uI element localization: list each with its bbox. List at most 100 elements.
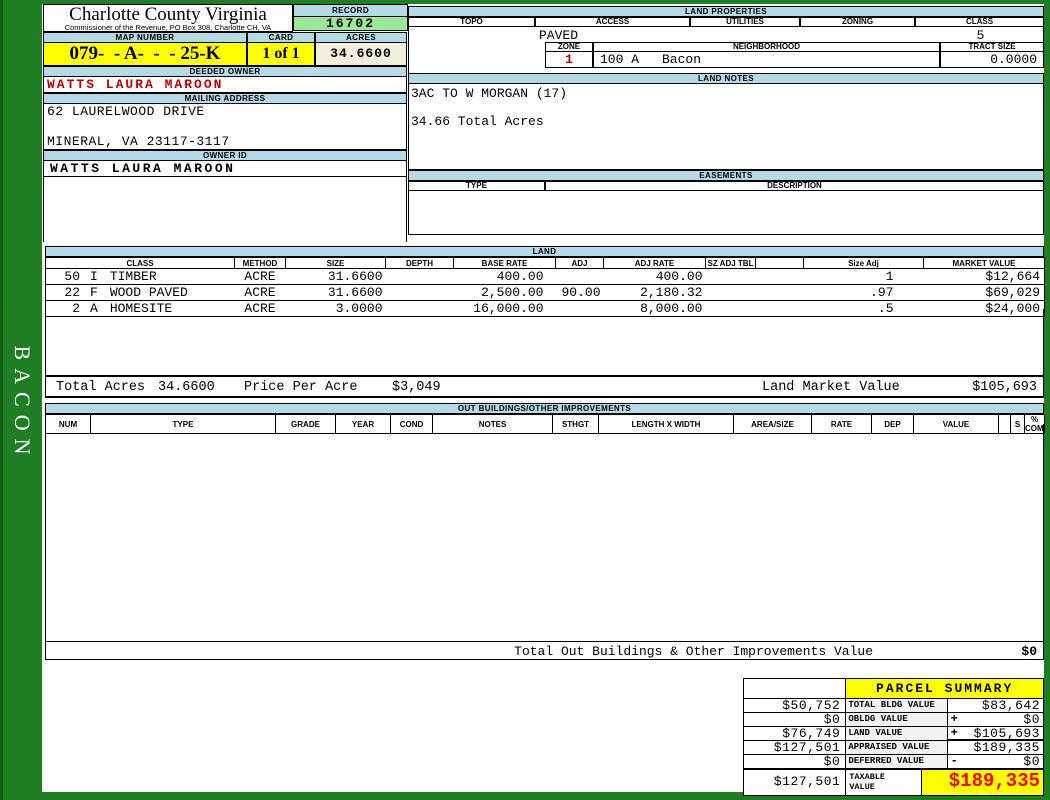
class-column-header: CLASS — [915, 17, 1044, 27]
appraised-value-label: APPRAISED VALUE — [846, 741, 948, 755]
owner-id-value: WATTS LAURA MAROON — [43, 161, 407, 177]
land-section: LAND CLASS METHOD SIZE DEPTH BASE RATE A… — [45, 246, 1045, 317]
county-header: Charlotte County Virginia Commissioner o… — [43, 4, 293, 32]
easements-title: EASEMENTS — [408, 170, 1044, 181]
out-buildings-total-row: Total Out Buildings & Other Improvements… — [45, 641, 1044, 660]
land-adj-rate-header: ADJ RATE — [603, 257, 706, 269]
land-row-class: WOOD PAVED — [109, 285, 188, 300]
total-acres-label: Total Acres — [56, 380, 146, 395]
property-record-card: BACON Charlotte County Virginia Commissi… — [0, 0, 1050, 800]
access-column-header: ACCESS — [535, 17, 690, 27]
mailing-address-label: MAILING ADDRESS — [43, 93, 407, 104]
zone-value: 1 — [545, 52, 593, 68]
land-row-market-value: $12,664 — [923, 268, 1045, 285]
acres-value: 34.6600 — [315, 42, 407, 66]
total-bldg-value: $83,642 — [981, 698, 1040, 713]
land-properties-title: LAND PROPERTIES — [408, 6, 1044, 17]
out-buildings-empty-area — [45, 424, 1044, 641]
taxable-label-line-2: VALUE — [849, 782, 875, 792]
obldg-value: $0 — [1023, 712, 1040, 727]
county-subtitle: Commissioner of the Revenue, PO Box 308,… — [64, 24, 272, 32]
land-row-adj-rate: 400.00 — [603, 268, 706, 285]
land-market-value-label: Land Market Value — [762, 380, 900, 395]
tract-size-value: 0.0000 — [940, 52, 1044, 68]
tract-size-column-header: TRACT SIZE — [940, 42, 1044, 52]
land-market-value-header: MARKET VALUE — [923, 257, 1045, 269]
land-blank-header — [755, 257, 804, 269]
minus-operator: - — [950, 754, 958, 768]
land-adj-header: ADJ — [555, 257, 604, 269]
county-title: Charlotte County Virginia — [69, 4, 267, 25]
zone-table: ZONE NEIGHBORHOOD TRACT SIZE 1 100 A Bac… — [545, 42, 1044, 68]
zoning-column-header: ZONING — [800, 17, 915, 27]
prior-land-value: $76,749 — [744, 727, 847, 741]
card-content: Charlotte County Virginia Commissioner o… — [42, 4, 1045, 796]
land-sz-adj-tbl-header: SZ ADJ TBL — [705, 257, 756, 269]
out-buildings-title: OUT BUILDINGS/OTHER IMPROVEMENTS — [45, 403, 1044, 414]
easement-type-header: TYPE — [408, 181, 545, 191]
land-row-code: I — [90, 269, 98, 284]
price-per-acre-value: $3,049 — [392, 380, 441, 395]
land-empty-area — [45, 309, 1044, 375]
record-box: RECORD 16702 — [293, 4, 408, 32]
land-row-method: ACRE — [234, 284, 286, 301]
land-table-title: LAND — [45, 246, 1044, 257]
land-row-method: ACRE — [234, 268, 286, 285]
easements-empty-box — [408, 191, 1044, 235]
out-buildings-total-value: $0 — [1021, 644, 1037, 659]
class-value: 5 — [976, 28, 985, 43]
land-row: 50 I TIMBER ACRE 31.6600 400.00 400.00 1 $… — [45, 268, 1045, 285]
land-row-base-rate: 400.00 — [453, 268, 556, 285]
prior-deferred-value: $0 — [744, 755, 847, 769]
parcel-summary-row: $127,501 APPRAISED VALUE $189,335 — [744, 741, 1043, 755]
land-row-sz-adj-tbl — [705, 268, 756, 285]
prior-appraised-value: $127,501 — [744, 741, 847, 755]
land-size-adj-header: Size Adj — [803, 257, 924, 269]
out-buildings-total-label: Total Out Buildings & Other Improvements… — [514, 644, 873, 659]
owner-empty-box — [43, 177, 407, 242]
access-value: PAVED — [539, 28, 579, 43]
utilities-column-header: UTILITIES — [690, 17, 800, 27]
frame-edge — [0, 0, 3, 800]
land-depth-header: DEPTH — [385, 257, 454, 269]
price-per-acre-label: Price Per Acre — [244, 380, 358, 395]
parcel-summary-row: $76,749 LAND VALUE + $105,693 — [744, 727, 1043, 741]
parcel-summary-title: PARCEL SUMMARY — [846, 679, 1043, 699]
parcel-summary-row: $50,752 TOTAL BLDG VALUE $83,642 — [744, 699, 1043, 713]
taxable-value-label: TAXABLE VALUE — [846, 770, 922, 795]
deeded-owner-label: DEEDED OWNER — [43, 66, 407, 77]
total-acres-value: 34.6600 — [158, 380, 215, 395]
land-properties-panel: LAND PROPERTIES TOPO ACCESS UTILITIES ZO… — [408, 6, 1044, 235]
zone-column-header: ZONE — [545, 42, 593, 52]
land-notes-title: LAND NOTES — [408, 73, 1044, 84]
topo-column-header: TOPO — [408, 17, 535, 27]
land-totals-row: Total Acres 34.6600 Price Per Acre $3,04… — [45, 375, 1044, 398]
prior-obldg-value: $0 — [744, 713, 847, 727]
land-row-adj — [555, 268, 604, 285]
land-row-num: 22 — [64, 285, 80, 300]
easements-header-row: TYPE DESCRIPTION — [408, 181, 1044, 191]
neighborhood-cell: 100 A Bacon — [593, 52, 940, 68]
land-header-row: CLASS METHOD SIZE DEPTH BASE RATE ADJ AD… — [45, 257, 1045, 269]
land-row-depth — [385, 284, 454, 301]
parcel-summary-empty-cell — [744, 679, 847, 699]
parcel-summary-row: $0 OBLDG VALUE + $0 — [744, 713, 1043, 727]
zone-value-row: 1 100 A Bacon 0.0000 — [545, 52, 1044, 68]
land-properties-value-row: PAVED 5 — [408, 27, 1044, 43]
land-row-base-rate: 2,500.00 — [453, 284, 556, 301]
obldg-value-label: OBLDG VALUE — [846, 713, 948, 727]
card-value: 1 of 1 — [247, 42, 315, 66]
taxable-label-line-1: TAXABLE — [849, 772, 886, 782]
land-row-size-adj: 1 — [803, 268, 924, 285]
owner-id-label: OWNER ID — [43, 150, 407, 161]
land-properties-header-row: TOPO ACCESS UTILITIES ZONING CLASS — [408, 17, 1044, 27]
total-bldg-value-label: TOTAL BLDG VALUE — [846, 699, 948, 713]
land-method-header: METHOD — [234, 257, 286, 269]
land-row-num: 50 — [64, 269, 80, 284]
land-market-value-total: $105,693 — [972, 380, 1037, 395]
neighborhood-code: 100 A — [600, 52, 640, 67]
land-note-line-1: 3AC TO W MORGAN (17) — [411, 86, 568, 101]
land-row-market-value: $69,029 — [923, 284, 1045, 301]
address-line-2: MINERAL, VA 23117-3117 — [47, 134, 230, 149]
zone-header-row: ZONE NEIGHBORHOOD TRACT SIZE — [545, 42, 1044, 52]
